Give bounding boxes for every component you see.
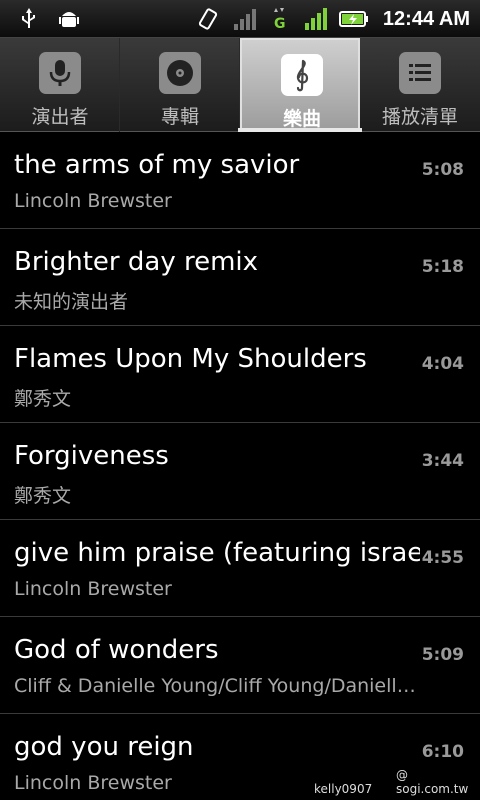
list-item[interactable]: give him praise (featuring israel hought… (0, 520, 480, 617)
song-duration: 5:09 (421, 645, 464, 665)
tab-songs[interactable]: 樂曲 (240, 38, 360, 130)
list-item[interactable]: the arms of my savior Lincoln Brewster 5… (0, 132, 480, 229)
song-title: Flames Upon My Shoulders (14, 344, 367, 374)
song-title: God of wonders (14, 635, 219, 665)
tab-artists[interactable]: 演出者 (0, 38, 120, 132)
signal-off-icon (233, 9, 256, 30)
watermark-username: kelly0907 (314, 782, 373, 796)
tab-albums[interactable]: 專輯 (120, 38, 240, 132)
song-duration: 3:44 (421, 451, 464, 471)
song-artist: 鄭秀文 (14, 388, 72, 410)
song-artist: 未知的演出者 (14, 291, 129, 313)
clock: 12:44 AM (382, 7, 470, 30)
rotation-icon (198, 8, 218, 30)
data-g-icon: G (273, 8, 286, 32)
song-artist: 鄭秀文 (14, 485, 72, 507)
song-duration: 4:55 (421, 548, 464, 568)
battery-charging-icon (338, 11, 368, 27)
list-item[interactable]: Brighter day remix 未知的演出者 5:18 (0, 229, 480, 326)
list-item[interactable]: Forgiveness 鄭秀文 3:44 (0, 423, 480, 520)
tab-label: 樂曲 (282, 108, 321, 130)
list-item[interactable]: God of wonders Cliff & Danielle Young/Cl… (0, 617, 480, 714)
music-note-icon (281, 54, 323, 96)
song-duration: 4:04 (421, 354, 464, 374)
tab-label: 專輯 (160, 106, 199, 128)
svg-text:G: G (274, 16, 286, 32)
usb-icon (22, 8, 35, 28)
song-duration: 6:10 (421, 742, 464, 762)
list-item[interactable]: Flames Upon My Shoulders 鄭秀文 4:04 (0, 326, 480, 423)
watermark-site: @ sogi.com.tw (396, 768, 469, 796)
disc-icon (159, 52, 201, 94)
song-duration: 5:08 (421, 160, 464, 180)
song-title: give him praise (featuring israel hought… (14, 538, 420, 568)
signal-strength-icon (304, 8, 327, 30)
android-debug-icon (59, 12, 79, 27)
microphone-icon (39, 52, 81, 94)
song-artist: Lincoln Brewster (14, 578, 172, 600)
notification-icons (16, 6, 82, 32)
song-list[interactable]: the arms of my savior Lincoln Brewster 5… (0, 132, 480, 800)
song-title: Forgiveness (14, 441, 169, 471)
song-artist: Lincoln Brewster (14, 190, 172, 212)
song-title: the arms of my savior (14, 150, 300, 180)
status-bar: G 12:44 AM (0, 0, 480, 38)
tab-playlists[interactable]: 播放清單 (360, 38, 480, 132)
library-tabs: 演出者 專輯 樂曲 播放清單 (0, 38, 480, 132)
tab-label: 演出者 (31, 106, 89, 128)
tab-label: 播放清單 (381, 106, 458, 128)
song-title: god you reign (14, 732, 194, 762)
system-icons: G 12:44 AM (195, 0, 470, 38)
song-artist: Cliff & Danielle Young/Cliff Young/Danie… (14, 675, 424, 697)
playlist-icon (399, 52, 441, 94)
song-duration: 5:18 (421, 257, 464, 277)
song-title: Brighter day remix (14, 247, 259, 277)
